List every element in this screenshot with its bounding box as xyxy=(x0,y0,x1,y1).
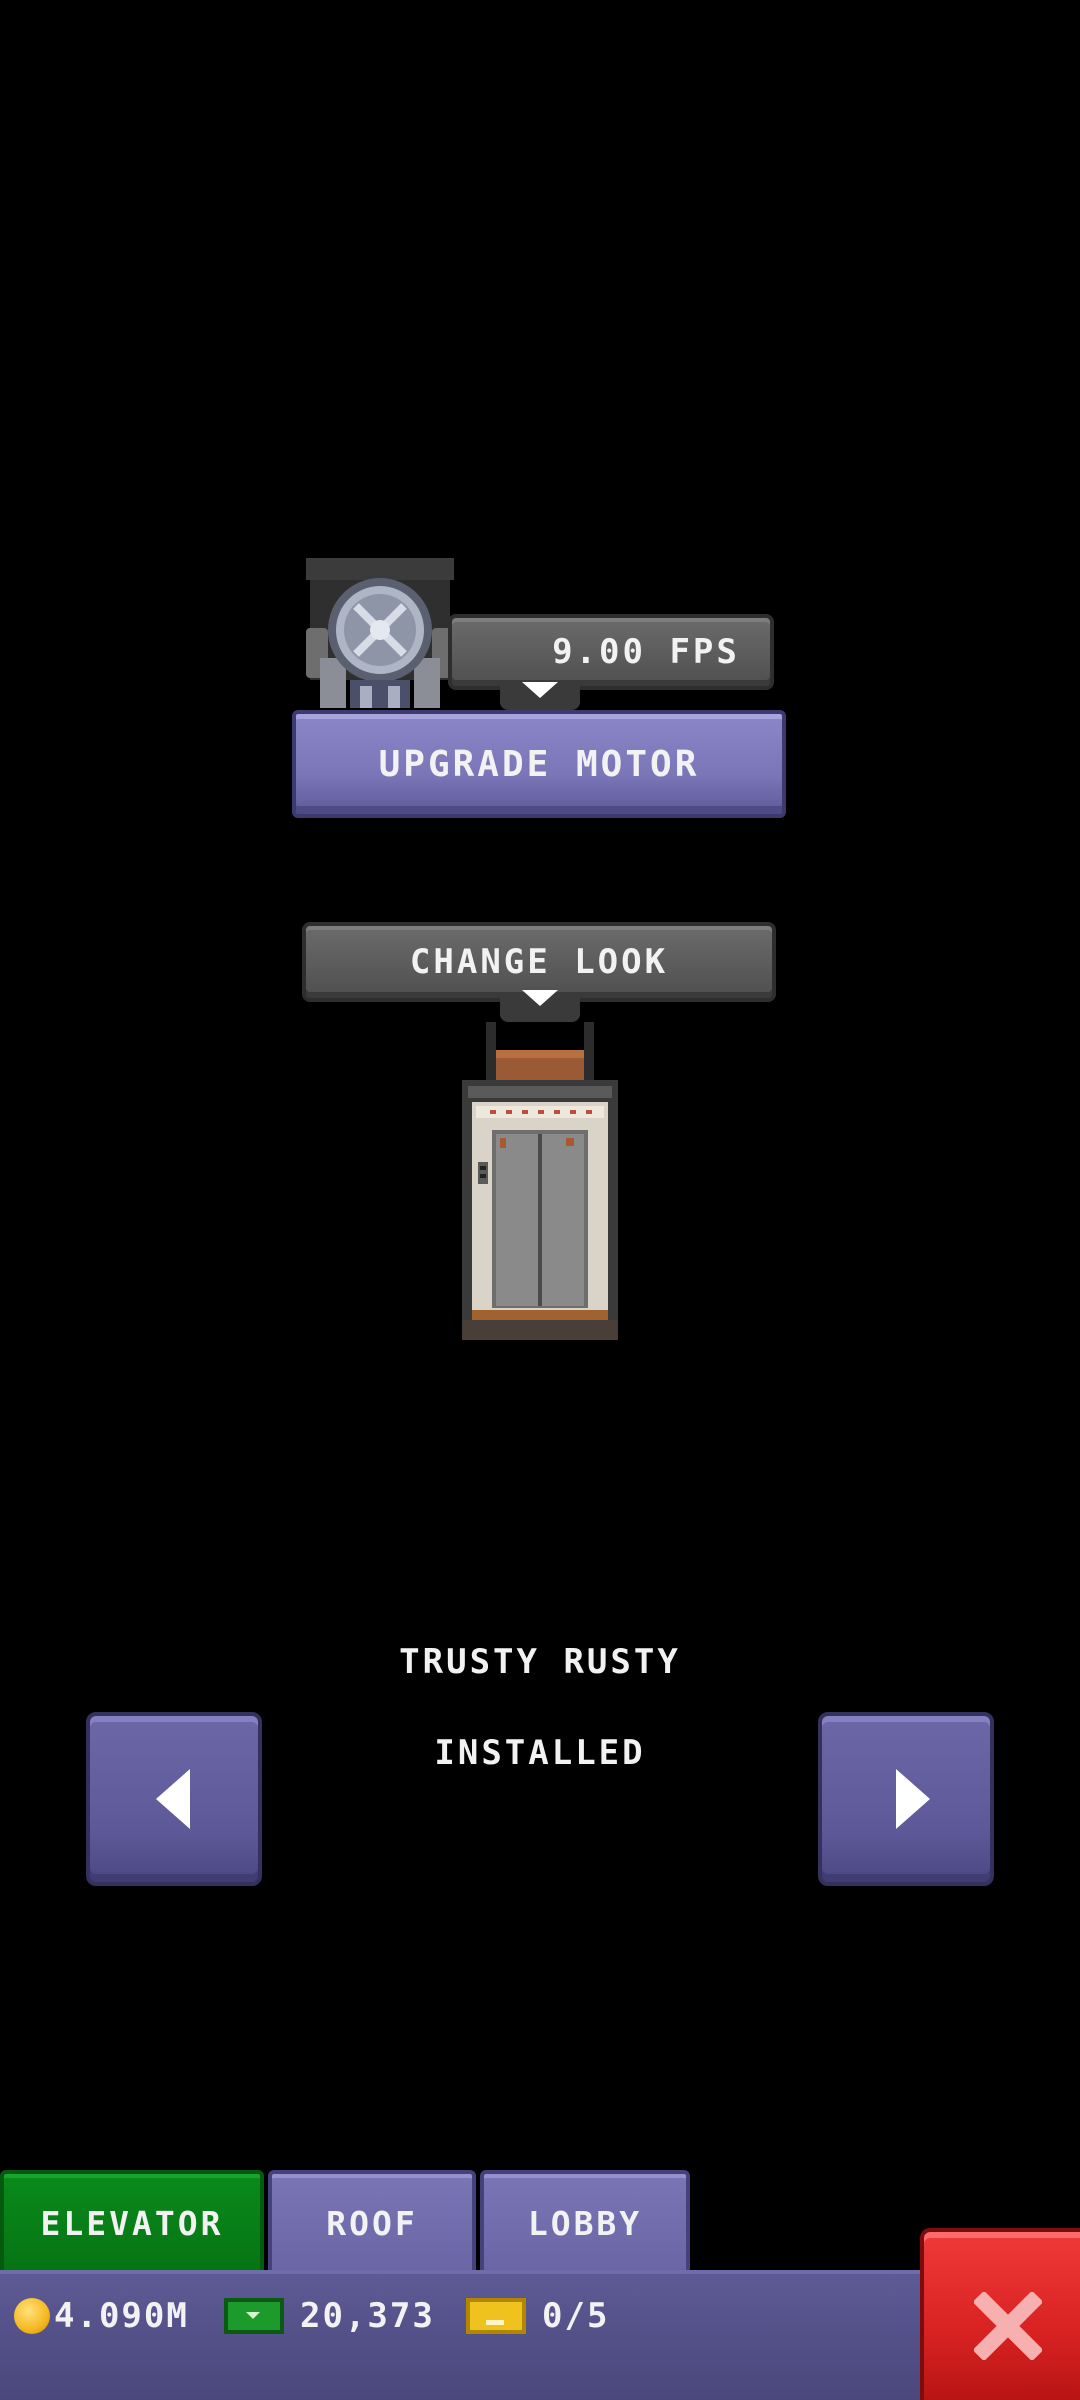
tab-lobby[interactable]: LOBBY xyxy=(480,2170,690,2272)
close-button[interactable] xyxy=(920,2228,1080,2400)
coins-stat: 4.090M xyxy=(14,2288,189,2344)
cash-stat: 20,373 xyxy=(224,2288,435,2344)
coins-value: 4.090M xyxy=(54,2296,189,2336)
tab-roof-label: ROOF xyxy=(326,2203,418,2243)
look-item-name: TRUSTY RUSTY xyxy=(399,1642,681,1682)
speed-pointer-icon xyxy=(522,682,558,698)
next-look-button[interactable] xyxy=(818,1712,994,1886)
previous-look-button[interactable] xyxy=(86,1712,262,1886)
close-icon xyxy=(974,2292,1042,2360)
tab-elevator-label: ELEVATOR xyxy=(40,2203,224,2243)
tab-roof[interactable]: ROOF xyxy=(268,2170,476,2272)
cash-icon xyxy=(224,2298,284,2334)
arrow-right-icon xyxy=(896,1769,930,1829)
look-pointer-icon xyxy=(522,990,558,1006)
look-item-status: INSTALLED xyxy=(434,1733,646,1773)
motor-speed-display: 9.00 FPS xyxy=(448,614,774,690)
tickets-value: 0/5 xyxy=(542,2296,610,2336)
change-look-label: CHANGE LOOK xyxy=(409,942,669,982)
motor-speed-label: 9.00 FPS xyxy=(552,632,740,672)
upgrade-motor-label: UPGRADE MOTOR xyxy=(378,743,700,785)
arrow-left-icon xyxy=(156,1769,190,1829)
tickets-stat: 0/5 xyxy=(466,2288,609,2344)
tab-lobby-label: LOBBY xyxy=(527,2203,643,2243)
coin-icon xyxy=(14,2298,50,2334)
upgrade-motor-button[interactable]: UPGRADE MOTOR xyxy=(292,710,786,818)
tab-elevator[interactable]: ELEVATOR xyxy=(0,2170,264,2272)
cash-value: 20,373 xyxy=(300,2296,435,2336)
elevator-upgrade-screen: 9.00 FPS UPGRADE MOTOR CHANGE LOOK TRUST… xyxy=(0,0,1080,2400)
elevator-car-icon xyxy=(462,1022,618,1340)
motor-icon xyxy=(306,558,454,708)
ticket-icon xyxy=(466,2298,526,2334)
